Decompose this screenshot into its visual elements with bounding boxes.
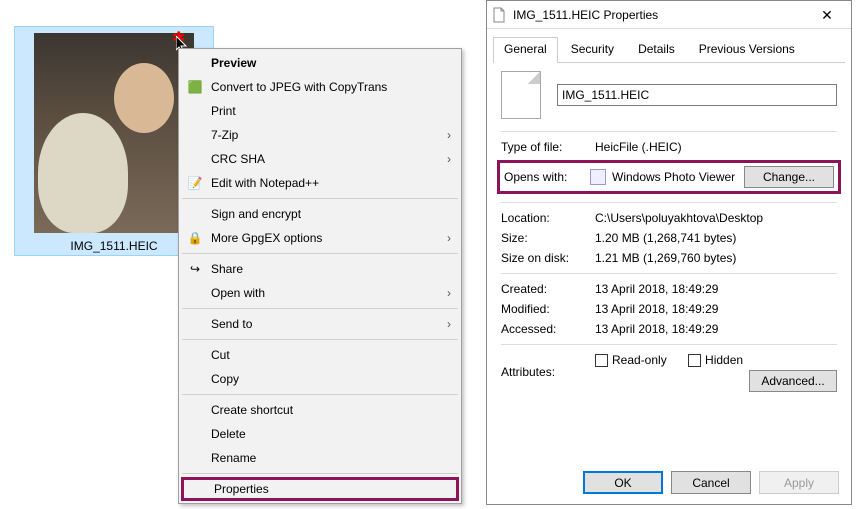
label-opens-with: Opens with: bbox=[504, 170, 590, 184]
menu-share[interactable]: ↪Share bbox=[181, 257, 459, 281]
apply-button[interactable]: Apply bbox=[759, 471, 839, 494]
tabstrip: General Security Details Previous Versio… bbox=[493, 37, 845, 63]
menu-crc-sha[interactable]: CRC SHA› bbox=[181, 147, 459, 171]
chevron-right-icon: › bbox=[447, 286, 451, 300]
divider bbox=[501, 202, 837, 203]
menu-sign-encrypt[interactable]: Sign and encrypt bbox=[181, 202, 459, 226]
menu-separator bbox=[182, 473, 458, 474]
menu-separator bbox=[182, 198, 458, 199]
menu-preview[interactable]: Preview bbox=[181, 51, 459, 75]
copytrans-icon: 🟩 bbox=[187, 79, 203, 95]
menu-separator bbox=[182, 339, 458, 340]
checkbox-readonly[interactable]: Read-only bbox=[595, 353, 667, 367]
menu-convert-jpeg[interactable]: 🟩Convert to JPEG with CopyTrans bbox=[181, 75, 459, 99]
dialog-title: IMG_1511.HEIC Properties bbox=[513, 8, 807, 22]
close-button[interactable]: ✕ bbox=[807, 2, 847, 28]
menu-open-with[interactable]: Open with› bbox=[181, 281, 459, 305]
menu-cut[interactable]: Cut bbox=[181, 343, 459, 367]
menu-copy[interactable]: Copy bbox=[181, 367, 459, 391]
context-menu: Preview 🟩Convert to JPEG with CopyTrans … bbox=[178, 48, 462, 504]
menu-gpgex[interactable]: 🔒More GpgEX options› bbox=[181, 226, 459, 250]
opens-with-value: Windows Photo Viewer bbox=[612, 170, 735, 184]
menu-print[interactable]: Print bbox=[181, 99, 459, 123]
menu-properties[interactable]: Properties bbox=[181, 477, 459, 501]
row-created: Created:13 April 2018, 18:49:29 bbox=[501, 282, 837, 296]
menu-7zip[interactable]: 7-Zip› bbox=[181, 123, 459, 147]
tab-previous-versions[interactable]: Previous Versions bbox=[688, 37, 806, 62]
row-accessed: Accessed:13 April 2018, 18:49:29 bbox=[501, 322, 837, 336]
row-modified: Modified:13 April 2018, 18:49:29 bbox=[501, 302, 837, 316]
properties-dialog: IMG_1511.HEIC Properties ✕ General Secur… bbox=[486, 0, 852, 505]
notepad-icon: 📝 bbox=[187, 175, 203, 191]
menu-create-shortcut[interactable]: Create shortcut bbox=[181, 398, 459, 422]
chevron-right-icon: › bbox=[447, 317, 451, 331]
menu-separator bbox=[182, 394, 458, 395]
row-size-on-disk: Size on disk:1.21 MB (1,269,760 bytes) bbox=[501, 251, 837, 265]
row-attributes: Attributes: Read-only Hidden Advanced... bbox=[501, 353, 837, 392]
menu-notepadpp[interactable]: 📝Edit with Notepad++ bbox=[181, 171, 459, 195]
chevron-right-icon: › bbox=[447, 152, 451, 166]
menu-send-to[interactable]: Send to› bbox=[181, 312, 459, 336]
dialog-titlebar: IMG_1511.HEIC Properties ✕ bbox=[487, 1, 851, 29]
chevron-right-icon: › bbox=[447, 128, 451, 142]
checkbox-hidden[interactable]: Hidden bbox=[688, 353, 743, 367]
menu-separator bbox=[182, 253, 458, 254]
share-icon: ↪ bbox=[187, 261, 203, 277]
document-icon bbox=[491, 7, 507, 23]
menu-rename[interactable]: Rename bbox=[181, 446, 459, 470]
tab-general[interactable]: General bbox=[493, 37, 558, 62]
row-location: Location:C:\Users\poluyakhtova\Desktop bbox=[501, 211, 837, 225]
advanced-button[interactable]: Advanced... bbox=[749, 370, 837, 392]
row-type-of-file: Type of file: HeicFile (.HEIC) bbox=[501, 140, 837, 154]
cancel-button[interactable]: Cancel bbox=[671, 471, 751, 494]
divider bbox=[501, 273, 837, 274]
chevron-right-icon: › bbox=[447, 231, 451, 245]
tab-security[interactable]: Security bbox=[560, 37, 625, 62]
tab-details[interactable]: Details bbox=[627, 37, 686, 62]
filename-input[interactable] bbox=[557, 84, 837, 106]
lock-icon: 🔒 bbox=[187, 230, 203, 246]
menu-separator bbox=[182, 308, 458, 309]
divider bbox=[501, 344, 837, 345]
file-thumbnail bbox=[34, 33, 194, 233]
ok-button[interactable]: OK bbox=[583, 471, 663, 494]
file-type-icon bbox=[501, 71, 541, 119]
opens-with-highlight: Opens with: Windows Photo Viewer Change.… bbox=[497, 160, 841, 194]
row-size: Size:1.20 MB (1,268,741 bytes) bbox=[501, 231, 837, 245]
change-button[interactable]: Change... bbox=[744, 166, 834, 188]
menu-delete[interactable]: Delete bbox=[181, 422, 459, 446]
divider bbox=[501, 131, 837, 132]
photo-viewer-icon bbox=[590, 169, 606, 185]
